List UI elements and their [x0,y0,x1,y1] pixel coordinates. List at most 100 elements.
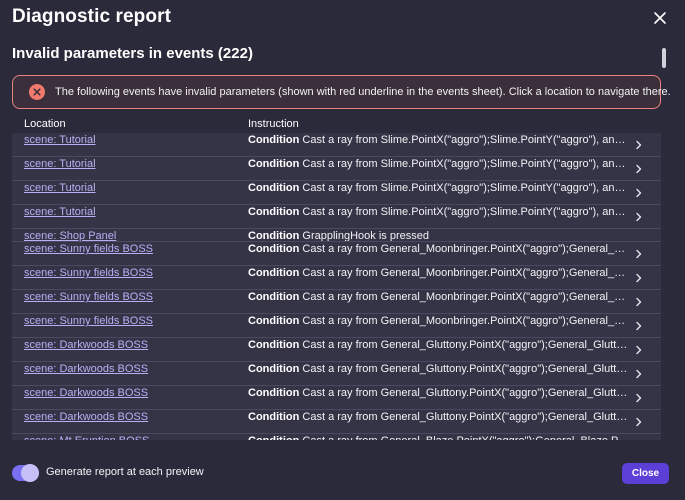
row-location-cell: scene: Tutorial [12,133,248,156]
table-row[interactable]: scene: Tutorial Condition Cast a ray from… [12,133,661,157]
instruction-kind: Condition [248,230,300,241]
chevron-right-icon[interactable] [635,417,643,427]
location-link[interactable]: scene: Tutorial [24,206,96,218]
instruction-kind: Condition [248,243,300,255]
header-instruction: Instruction [248,118,299,130]
chevron-right-icon[interactable] [635,369,643,379]
instruction-text: Cast a ray from General_Moonbringer.Poin… [302,267,659,279]
chevron-right-icon[interactable] [635,249,643,259]
row-location-cell: scene: Sunny fields BOSS [12,314,248,337]
instruction-text: Cast a ray from General_Gluttony.PointX(… [302,387,661,399]
row-location-cell: scene: Shop Panel [12,229,248,242]
instruction-kind: Condition [248,291,300,303]
error-icon [29,84,45,100]
row-instruction-cell: Condition Cast a ray from General_Glutto… [248,386,661,409]
row-location-cell: scene: Darkwoods BOSS [12,362,248,385]
chevron-right-icon[interactable] [635,345,643,355]
instruction-kind: Condition [248,315,300,327]
table-row[interactable]: scene: Shop Panel Condition GrapplingHook… [12,229,661,242]
row-instruction-cell: Condition Cast a ray from Slime.PointX("… [248,157,661,180]
location-link[interactable]: scene: Sunny fields BOSS [24,243,153,255]
location-link[interactable]: scene: Mt Eruption BOSS [24,435,149,440]
instruction-kind: Condition [248,158,300,170]
instruction-text: Cast a ray from Slime.PointX("aggro");Sl… [302,182,661,194]
table-row[interactable]: scene: Darkwoods BOSS Condition Cast a ra… [12,362,661,386]
row-instruction-cell: Condition Cast a ray from General_Moonbr… [248,242,661,265]
events-table: Location Instruction scene: Tutorial Cond… [12,116,661,440]
instruction-kind: Condition [248,435,299,440]
error-alert: The following events have invalid parame… [12,75,671,109]
header-location: Location [24,118,66,130]
instruction-text: GrapplingHook is pressed [302,230,429,241]
instruction-kind: Condition [248,134,300,146]
table-row[interactable]: scene: Sunny fields BOSS Condition Cast a… [12,242,661,266]
instruction-kind: Condition [248,411,300,423]
scrollbar[interactable] [661,46,667,440]
instruction-kind: Condition [248,339,300,351]
close-button[interactable]: Close [622,463,669,484]
row-location-cell: scene: Sunny fields BOSS [12,242,248,265]
chevron-right-icon[interactable] [635,212,643,222]
close-icon[interactable] [651,9,669,27]
location-link[interactable]: scene: Tutorial [24,134,96,146]
row-location-cell: scene: Tutorial [12,157,248,180]
table-row[interactable]: scene: Sunny fields BOSS Condition Cast a… [12,290,661,314]
row-instruction-cell: Condition Cast a ray from General_Glutto… [248,362,661,385]
row-location-cell: scene: Mt Eruption BOSS [12,434,248,440]
row-instruction-cell: Condition Cast a ray from General_Glutto… [248,338,661,361]
location-link[interactable]: scene: Shop Panel [24,230,116,242]
table-row[interactable]: scene: Tutorial Condition Cast a ray from… [12,205,661,229]
instruction-text: Cast a ray from General_Blaze.PointX("ag… [302,435,661,440]
location-link[interactable]: scene: Darkwoods BOSS [24,339,148,351]
instruction-text: Cast a ray from General_Moonbringer.Poin… [302,315,659,327]
table-row[interactable]: scene: Tutorial Condition Cast a ray from… [12,181,661,205]
instruction-text: Cast a ray from General_Gluttony.PointX(… [302,411,661,423]
row-location-cell: scene: Tutorial [12,181,248,204]
chevron-right-icon[interactable] [635,188,643,198]
location-link[interactable]: scene: Sunny fields BOSS [24,315,153,327]
table-header: Location Instruction [12,116,661,133]
instruction-text: Cast a ray from General_Gluttony.PointX(… [302,363,661,375]
table-row[interactable]: scene: Darkwoods BOSS Condition Cast a ra… [12,386,661,410]
row-instruction-cell: Condition Cast a ray from General_Moonbr… [248,266,661,289]
chevron-right-icon[interactable] [635,393,643,403]
row-instruction-cell: Condition Cast a ray from Slime.PointX("… [248,133,661,156]
location-link[interactable]: scene: Tutorial [24,182,96,194]
row-instruction-cell: Condition GrapplingHook is pressed [248,229,661,241]
dialog-title: Diagnostic report [12,6,171,27]
location-link[interactable]: scene: Sunny fields BOSS [24,267,153,279]
row-location-cell: scene: Darkwoods BOSS [12,410,248,433]
chevron-right-icon[interactable] [635,164,643,174]
table-row[interactable]: scene: Darkwoods BOSS Condition Cast a ra… [12,338,661,362]
row-instruction-cell: Condition Cast a ray from General_Glutto… [248,410,661,433]
instruction-text: Cast a ray from Slime.PointX("aggro");Sl… [302,158,659,170]
chevron-right-icon[interactable] [635,140,643,150]
report-toggle[interactable] [12,464,39,482]
row-location-cell: scene: Sunny fields BOSS [12,290,248,313]
chevron-right-icon[interactable] [635,321,643,331]
table-row[interactable]: scene: Sunny fields BOSS Condition Cast a… [12,314,661,338]
location-link[interactable]: scene: Darkwoods BOSS [24,363,148,375]
chevron-right-icon[interactable] [635,273,643,283]
row-instruction-cell: Condition Cast a ray from Slime.PointX("… [248,205,661,228]
location-link[interactable]: scene: Sunny fields BOSS [24,291,153,303]
scrollbar-thumb[interactable] [662,48,666,68]
table-body: scene: Tutorial Condition Cast a ray from… [12,133,661,440]
table-row[interactable]: scene: Darkwoods BOSS Condition Cast a ra… [12,410,661,434]
table-row[interactable]: scene: Tutorial Condition Cast a ray from… [12,157,661,181]
location-link[interactable]: scene: Darkwoods BOSS [24,411,148,423]
instruction-kind: Condition [248,182,300,194]
location-link[interactable]: scene: Darkwoods BOSS [24,387,148,399]
alert-message: The following events have invalid parame… [55,86,671,98]
chevron-right-icon[interactable] [635,297,643,307]
table-row[interactable]: scene: Sunny fields BOSS Condition Cast a… [12,266,661,290]
table-row[interactable]: scene: Mt Eruption BOSS Condition Cast a … [12,434,661,440]
instruction-kind: Condition [248,363,300,375]
instruction-kind: Condition [248,387,300,399]
toggle-label: Generate report at each preview [46,466,204,478]
location-link[interactable]: scene: Tutorial [24,158,96,170]
instruction-text: Cast a ray from General_Moonbringer.Poin… [302,291,659,303]
row-location-cell: scene: Tutorial [12,205,248,228]
instruction-text: Cast a ray from General_Moonbringer.Poin… [302,243,659,255]
row-location-cell: scene: Sunny fields BOSS [12,266,248,289]
